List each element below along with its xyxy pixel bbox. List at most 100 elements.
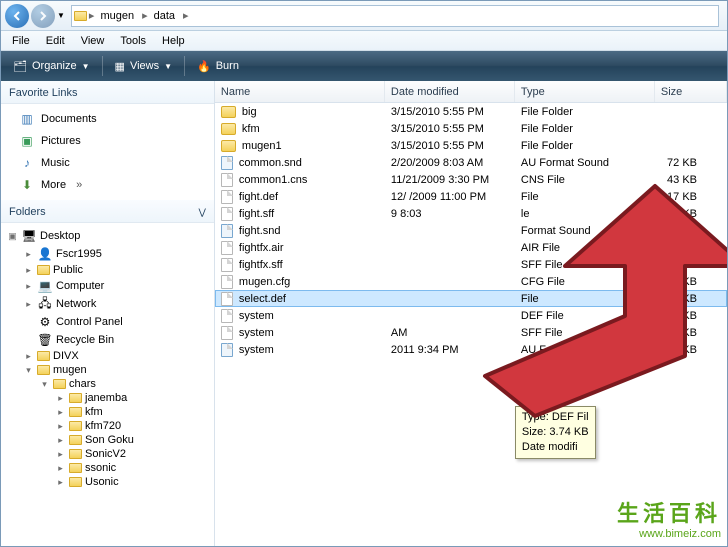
tree-item[interactable]: ▸janemba (1, 391, 214, 405)
column-size[interactable]: Size (655, 81, 727, 102)
breadcrumb-mugen[interactable]: mugen (96, 6, 140, 26)
tree-item[interactable]: ▸SonicV2 (1, 447, 214, 461)
tree-item[interactable]: ▸👤Fscr1995 (1, 245, 214, 263)
back-button[interactable] (5, 4, 29, 28)
file-name: system (239, 344, 274, 356)
folder-tree[interactable]: ▣🖥Desktop▸👤Fscr1995▸Public▸💻Computer▸🖧Ne… (1, 223, 214, 546)
column-type[interactable]: Type (515, 81, 655, 102)
file-size: 142 KB (655, 327, 727, 339)
file-row[interactable]: fight.snd Format Sound88 KB (215, 222, 727, 239)
tree-item[interactable]: ▸kfm720 (1, 419, 214, 433)
tree-item[interactable]: ▸kfm (1, 405, 214, 419)
tree-item[interactable]: ▸ Public (1, 263, 214, 277)
tree-expander[interactable]: ▣ (7, 231, 18, 242)
tree-expander[interactable]: ▸ (55, 407, 66, 418)
chevron-right-icon[interactable]: ▸ (181, 9, 191, 22)
tree-item[interactable]: ▾ chars (1, 377, 214, 391)
documents-icon: ▥ (19, 111, 35, 127)
tree-item-label: Son Goku (85, 434, 134, 446)
file-row[interactable]: fight.def12/ /2009 11:00 PM File17 KB (215, 188, 727, 205)
nav-history-dropdown[interactable]: ▼ (57, 11, 65, 20)
tree-expander[interactable]: ▸ (55, 393, 66, 404)
folders-header[interactable]: Folders ⋁ (1, 200, 214, 223)
menu-tools[interactable]: Tools (113, 33, 153, 49)
file-icon (221, 326, 233, 340)
file-row[interactable]: mugen.cfg CFG File11 KB (215, 273, 727, 290)
chevron-right-icon[interactable]: ▸ (87, 9, 97, 22)
file-type: File (515, 293, 655, 305)
file-row[interactable]: common1.cns11/21/2009 3:30 PMCNS File43 … (215, 171, 727, 188)
tree-item[interactable]: ▸Usonic (1, 475, 214, 489)
tree-item[interactable]: ▣🖥Desktop (1, 227, 214, 245)
tree-expander[interactable]: ▸ (23, 351, 34, 362)
burn-button[interactable]: 🔥 Burn (189, 57, 247, 76)
tree-item[interactable]: ▸ Son Goku (1, 433, 214, 447)
tree-expander[interactable]: ▸ (55, 477, 66, 488)
tree-expander[interactable]: ▸ (55, 435, 66, 446)
file-row[interactable]: fightfx.air AIR File4 KB (215, 239, 727, 256)
tree-item[interactable]: ⚙Control Panel (1, 313, 214, 331)
organize-button[interactable]: 🗂 Organize ▼ (5, 57, 98, 76)
computer-icon: 💻 (37, 278, 53, 294)
fav-pictures[interactable]: ▣Pictures (1, 130, 214, 152)
tree-expander[interactable]: ▸ (55, 449, 66, 460)
file-row[interactable]: system AMSFF File142 KB (215, 324, 727, 341)
tree-item[interactable]: ▸ssonic (1, 461, 214, 475)
tree-item[interactable]: ▸🖧Network (1, 295, 214, 313)
snd-icon (221, 224, 233, 238)
chevron-right-icon[interactable]: ▸ (140, 9, 150, 22)
file-size: 43 KB (655, 174, 727, 186)
tree-expander[interactable]: ▸ (55, 463, 66, 474)
file-row[interactable]: big3/15/2010 5:55 PMFile Folder (215, 103, 727, 120)
tree-expander[interactable]: ▸ (23, 265, 34, 276)
file-name: fight.sff (239, 208, 274, 220)
file-row[interactable]: kfm3/15/2010 5:55 PMFile Folder (215, 120, 727, 137)
tree-item-label: Public (53, 264, 83, 276)
fav-music[interactable]: ♪Music (1, 152, 214, 174)
chevron-down-icon: ⬇ (19, 177, 35, 193)
file-list[interactable]: big3/15/2010 5:55 PMFile Folderkfm3/15/2… (215, 103, 727, 546)
file-row[interactable]: system DEF File16 KB (215, 307, 727, 324)
fav-documents[interactable]: ▥Documents (1, 108, 214, 130)
tree-item-label: Desktop (40, 230, 80, 242)
menu-file[interactable]: File (5, 33, 37, 49)
file-type: File Folder (515, 140, 655, 152)
column-date[interactable]: Date modified (385, 81, 515, 102)
views-button[interactable]: ▦ Views ▼ (107, 57, 180, 76)
file-name: system (239, 310, 274, 322)
file-row[interactable]: system 2011 9:34 PMAU Format Sound9 KB (215, 341, 727, 358)
tree-expander[interactable]: ▸ (55, 421, 66, 432)
forward-button[interactable] (31, 4, 55, 28)
explorer-body: Favorite Links ▥Documents ▣Pictures ♪Mus… (1, 81, 727, 546)
tree-expander[interactable]: ▾ (39, 379, 50, 390)
folder-icon (69, 393, 82, 403)
user-icon: 👤 (37, 246, 53, 262)
file-row[interactable]: fightfx.sff SFF File145 KB (215, 256, 727, 273)
file-row[interactable]: select.def File4 KB (215, 290, 727, 307)
chevron-down-icon: ⋁ (199, 207, 206, 218)
tree-expander[interactable]: ▸ (23, 299, 34, 310)
file-row[interactable]: fight.sff 9 8:03 le69 KB (215, 205, 727, 222)
tree-expander[interactable]: ▾ (23, 365, 34, 376)
tree-item[interactable]: ▸DIVX (1, 349, 214, 363)
file-size: 69 KB (655, 208, 727, 220)
tree-item[interactable]: 🗑Recycle Bin (1, 331, 214, 349)
breadcrumb-data[interactable]: data (150, 6, 181, 26)
file-type: CFG File (515, 276, 655, 288)
tree-item[interactable]: ▸💻Computer (1, 277, 214, 295)
separator (102, 56, 103, 76)
file-row[interactable]: mugen13/15/2010 5:55 PMFile Folder (215, 137, 727, 154)
tree-item-label: chars (69, 378, 96, 390)
tree-expander[interactable]: ▸ (23, 249, 34, 260)
menu-edit[interactable]: Edit (39, 33, 72, 49)
tree-item[interactable]: ▾mugen (1, 363, 214, 377)
breadcrumb[interactable]: ▸ mugen ▸ data ▸ (71, 5, 719, 27)
file-row[interactable]: common.snd2/20/2009 8:03 AMAU Format Sou… (215, 154, 727, 171)
desktop-icon: 🖥 (21, 228, 37, 244)
recyclebin-icon: 🗑 (37, 332, 53, 348)
menu-view[interactable]: View (74, 33, 112, 49)
column-name[interactable]: Name (215, 81, 385, 102)
menu-help[interactable]: Help (155, 33, 192, 49)
fav-more[interactable]: ⬇More» (1, 174, 214, 196)
tree-expander[interactable]: ▸ (23, 281, 34, 292)
